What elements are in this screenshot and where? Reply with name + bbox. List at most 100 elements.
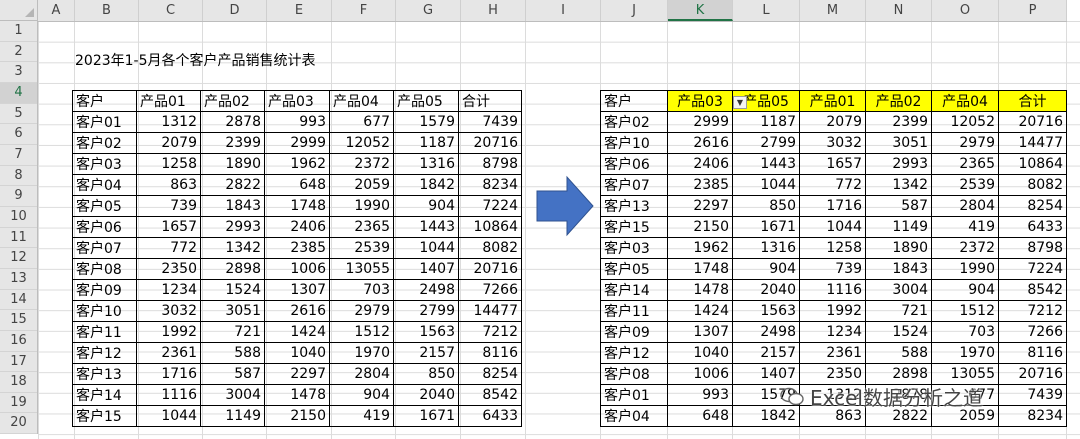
- customer-cell[interactable]: 客户08: [600, 363, 668, 385]
- value-cell[interactable]: 3051: [200, 300, 265, 322]
- value-cell[interactable]: 2498: [732, 321, 800, 343]
- customer-cell[interactable]: 客户06: [72, 216, 137, 238]
- value-cell[interactable]: 2406: [667, 153, 733, 175]
- value-cell[interactable]: 2993: [200, 216, 265, 238]
- customer-cell[interactable]: 客户02: [72, 132, 137, 154]
- column-header-m[interactable]: M: [800, 0, 866, 21]
- value-cell[interactable]: 8116: [998, 342, 1067, 364]
- value-cell[interactable]: 1842: [732, 405, 800, 427]
- column-header-c[interactable]: C: [139, 0, 203, 21]
- value-cell[interactable]: 2079: [799, 111, 866, 133]
- customer-cell[interactable]: 客户04: [72, 174, 137, 196]
- column-header-n[interactable]: N: [866, 0, 932, 21]
- customer-cell[interactable]: 客户03: [600, 237, 668, 259]
- value-cell[interactable]: 3004: [865, 279, 932, 301]
- customer-cell[interactable]: 客户10: [72, 300, 137, 322]
- value-cell[interactable]: 12052: [329, 132, 394, 154]
- value-cell[interactable]: 1478: [264, 384, 330, 406]
- customer-cell[interactable]: 客户05: [600, 258, 668, 280]
- customer-cell[interactable]: 客户14: [72, 384, 137, 406]
- value-cell[interactable]: 2399: [865, 111, 932, 133]
- row-header-14[interactable]: 14: [0, 290, 37, 311]
- value-cell[interactable]: 8254: [458, 363, 522, 385]
- header-cell[interactable]: 客户: [72, 90, 137, 112]
- value-cell[interactable]: 772: [136, 237, 201, 259]
- value-cell[interactable]: 1579: [393, 111, 459, 133]
- value-cell[interactable]: 904: [732, 258, 800, 280]
- value-cell[interactable]: 1149: [200, 405, 265, 427]
- value-cell[interactable]: 850: [393, 363, 459, 385]
- value-cell[interactable]: 2157: [393, 342, 459, 364]
- value-cell[interactable]: 7439: [998, 384, 1067, 406]
- value-cell[interactable]: 20716: [458, 258, 522, 280]
- value-cell[interactable]: 1843: [865, 258, 932, 280]
- row-header-8[interactable]: 8: [0, 166, 37, 187]
- value-cell[interactable]: 6433: [458, 405, 522, 427]
- value-cell[interactable]: 1992: [799, 300, 866, 322]
- value-cell[interactable]: 2385: [667, 174, 733, 196]
- value-cell[interactable]: 7224: [998, 258, 1067, 280]
- row-header-6[interactable]: 6: [0, 124, 37, 145]
- row-header-5[interactable]: 5: [0, 104, 37, 125]
- value-cell[interactable]: 8798: [998, 237, 1067, 259]
- customer-cell[interactable]: 客户13: [72, 363, 137, 385]
- header-cell[interactable]: 产品04: [931, 90, 999, 112]
- value-cell[interactable]: 1990: [931, 258, 999, 280]
- value-cell[interactable]: 2898: [200, 258, 265, 280]
- value-cell[interactable]: 10864: [458, 216, 522, 238]
- value-cell[interactable]: 587: [865, 195, 932, 217]
- value-cell[interactable]: 8116: [458, 342, 522, 364]
- value-cell[interactable]: 1342: [200, 237, 265, 259]
- header-cell[interactable]: 产品05: [393, 90, 459, 112]
- value-cell[interactable]: 2361: [136, 342, 201, 364]
- value-cell[interactable]: 8798: [458, 153, 522, 175]
- value-cell[interactable]: 2799: [393, 300, 459, 322]
- row-header-13[interactable]: 13: [0, 269, 37, 290]
- value-cell[interactable]: 1748: [264, 195, 330, 217]
- header-cell[interactable]: 产品02: [865, 90, 932, 112]
- value-cell[interactable]: 677: [329, 111, 394, 133]
- value-cell[interactable]: 2799: [732, 132, 800, 154]
- value-cell[interactable]: 10864: [998, 153, 1067, 175]
- customer-cell[interactable]: 客户14: [600, 279, 668, 301]
- customer-cell[interactable]: 客户13: [600, 195, 668, 217]
- row-header-9[interactable]: 9: [0, 186, 37, 207]
- value-cell[interactable]: 2372: [931, 237, 999, 259]
- header-cell[interactable]: 产品01: [799, 90, 866, 112]
- value-cell[interactable]: 2822: [200, 174, 265, 196]
- value-cell[interactable]: 1443: [393, 216, 459, 238]
- value-cell[interactable]: 2157: [732, 342, 800, 364]
- customer-cell[interactable]: 客户15: [72, 405, 137, 427]
- customer-cell[interactable]: 客户11: [72, 321, 137, 343]
- column-header-e[interactable]: E: [267, 0, 332, 21]
- row-header-19[interactable]: 19: [0, 393, 37, 414]
- value-cell[interactable]: 2059: [329, 174, 394, 196]
- value-cell[interactable]: 1187: [732, 111, 800, 133]
- customer-cell[interactable]: 客户01: [72, 111, 137, 133]
- column-header-k[interactable]: K: [668, 0, 733, 21]
- value-cell[interactable]: 648: [264, 174, 330, 196]
- row-header-4[interactable]: 4: [0, 82, 37, 104]
- value-cell[interactable]: 3004: [200, 384, 265, 406]
- value-cell[interactable]: 8082: [458, 237, 522, 259]
- value-cell[interactable]: 2999: [264, 132, 330, 154]
- value-cell[interactable]: 1006: [264, 258, 330, 280]
- value-cell[interactable]: 2539: [931, 174, 999, 196]
- column-header-b[interactable]: B: [75, 0, 139, 21]
- column-header-d[interactable]: D: [203, 0, 267, 21]
- value-cell[interactable]: 1044: [799, 216, 866, 238]
- value-cell[interactable]: 772: [799, 174, 866, 196]
- customer-cell[interactable]: 客户05: [72, 195, 137, 217]
- row-header-3[interactable]: 3: [0, 62, 37, 83]
- value-cell[interactable]: 1716: [799, 195, 866, 217]
- value-cell[interactable]: 1970: [931, 342, 999, 364]
- header-cell[interactable]: 合计: [458, 90, 522, 112]
- value-cell[interactable]: 721: [865, 300, 932, 322]
- row-header-2[interactable]: 2: [0, 42, 37, 63]
- customer-cell[interactable]: 客户12: [72, 342, 137, 364]
- row-header-12[interactable]: 12: [0, 248, 37, 269]
- value-cell[interactable]: 1671: [732, 216, 800, 238]
- value-cell[interactable]: 1512: [931, 300, 999, 322]
- header-cell[interactable]: 产品01: [136, 90, 201, 112]
- value-cell[interactable]: 993: [264, 111, 330, 133]
